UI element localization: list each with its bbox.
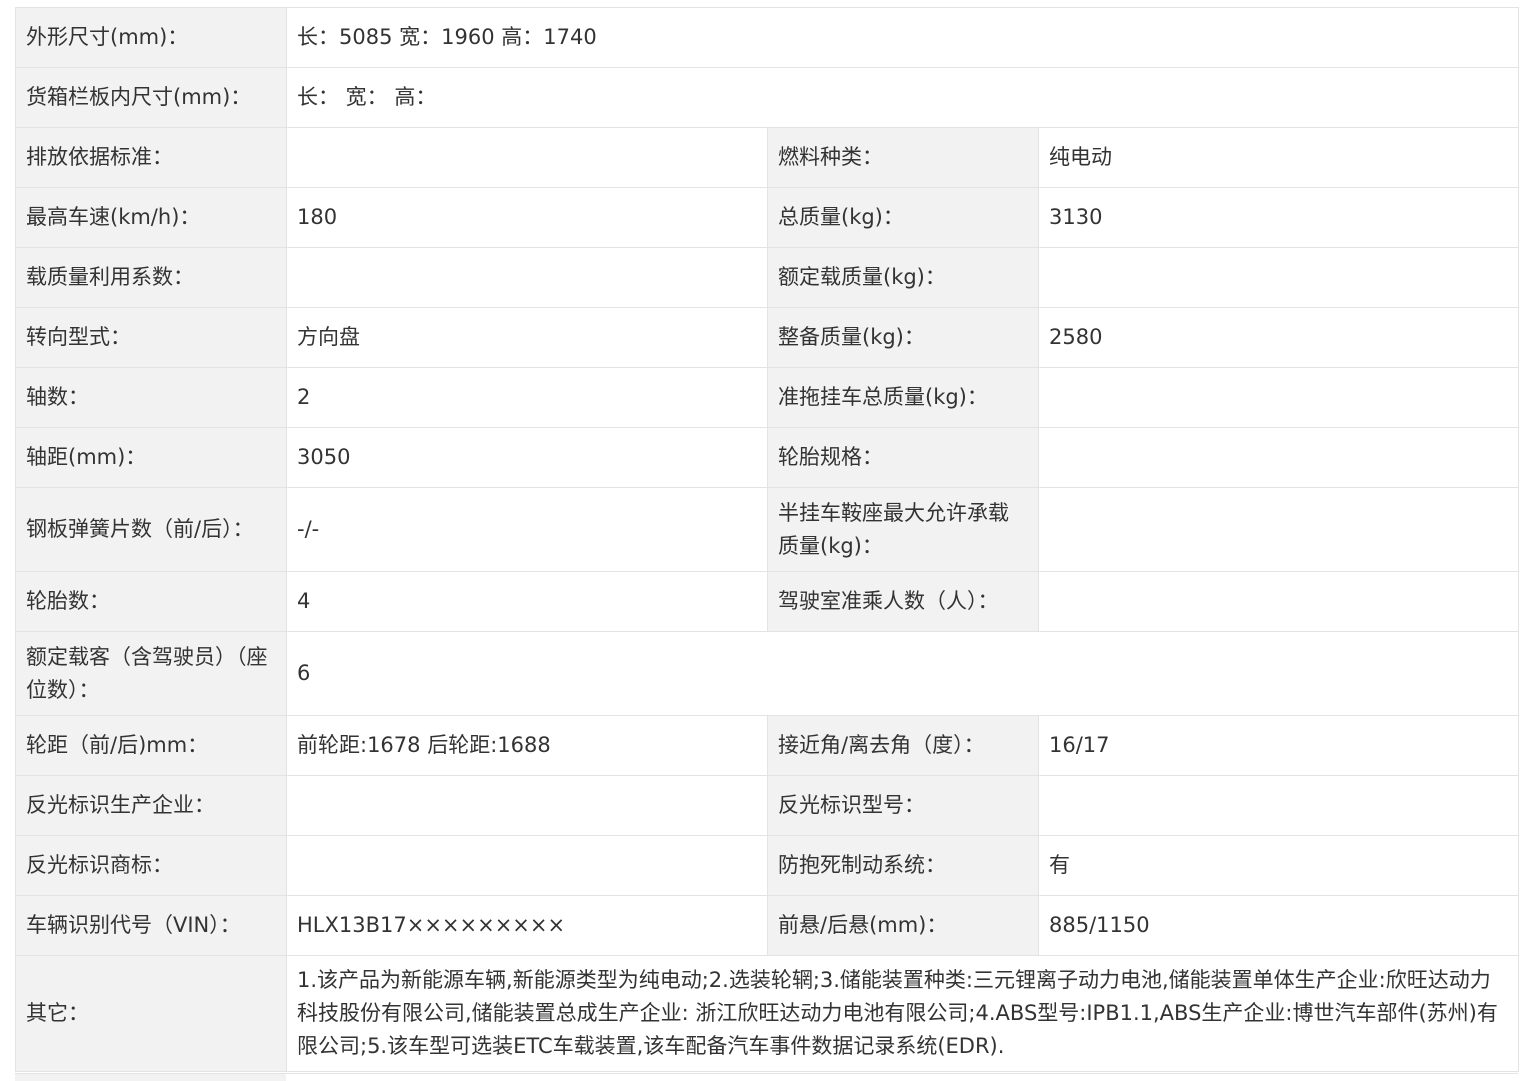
spec-value: 纯电动 [1037, 127, 1520, 188]
spec-value [1037, 367, 1520, 428]
spec-label: 轴距(mm)： [15, 427, 287, 488]
table-row: 反光标识生产企业： 反光标识型号： [15, 775, 1520, 836]
spec-value: 方向盘 [286, 307, 768, 368]
spec-label: 钢板弹簧片数（前/后）： [15, 487, 287, 572]
spec-label: 载质量利用系数： [15, 247, 287, 308]
spec-label: 轴数： [15, 367, 287, 428]
spec-label: 前悬/后悬(mm)： [767, 895, 1039, 956]
spec-label: 整备质量(kg)： [767, 307, 1039, 368]
spec-value [1037, 571, 1520, 632]
spec-value: 3130 [1037, 187, 1520, 248]
spec-value [286, 247, 768, 308]
spec-value: 长： 宽： 高： [285, 67, 1520, 128]
spec-value: 1.该产品为新能源车辆,新能源类型为纯电动;2.选装轮辋;3.储能装置种类:三元… [285, 955, 1520, 1072]
spec-value [286, 835, 768, 896]
table-row: 轮胎数： 4 驾驶室准乘人数（人）： [15, 571, 1520, 632]
spec-value: HLX13B17××××××××× [286, 895, 768, 956]
table-row: 车辆识别代号（VIN）： HLX13B17××××××××× 前悬/后悬(mm)： 8… [15, 895, 1520, 956]
spec-label: 燃料种类： [767, 127, 1039, 188]
table-row: 载质量利用系数： 额定载质量(kg)： [15, 247, 1520, 308]
spec-value [286, 127, 768, 188]
spec-label: 轮胎规格： [767, 427, 1039, 488]
table-row: 钢板弹簧片数（前/后）： -/- 半挂车鞍座最大允许承载质量(kg)： [15, 487, 1520, 572]
spec-label: 外形尺寸(mm)： [15, 7, 287, 68]
spec-value: 3050 [286, 427, 768, 488]
spec-label: 准拖挂车总质量(kg)： [767, 367, 1039, 428]
spec-value [286, 775, 768, 836]
spec-label: 转向型式： [15, 307, 287, 368]
spec-label: 反光标识生产企业： [15, 775, 287, 836]
spec-label: 防抱死制动系统： [767, 835, 1039, 896]
spec-label: 轮胎数： [15, 571, 287, 632]
spec-label: 接近角/离去角（度）： [767, 715, 1039, 776]
table-row: 轮距（前/后)mm： 前轮距:1678 后轮距:1688 接近角/离去角（度）： 16… [15, 715, 1520, 776]
spec-value: 长：5085 宽：1960 高：1740 [285, 7, 1520, 68]
spec-label: 其它： [15, 955, 287, 1072]
spec-value [1037, 427, 1520, 488]
spec-value: -/- [286, 487, 768, 572]
table-row: 转向型式： 方向盘 整备质量(kg)： 2580 [15, 307, 1520, 368]
table-row: 外形尺寸(mm)： 长：5085 宽：1960 高：1740 [15, 7, 1520, 68]
spec-value: 2 [286, 367, 768, 428]
table-row: 最高车速(km/h)： 180 总质量(kg)： 3130 [15, 187, 1520, 248]
spec-label: 反光标识型号： [767, 775, 1039, 836]
spec-label: 半挂车鞍座最大允许承载质量(kg)： [767, 487, 1039, 572]
table-row: 排放依据标准： 燃料种类： 纯电动 [15, 127, 1520, 188]
spec-value: 4 [286, 571, 768, 632]
spec-label: 驾驶室准乘人数（人）： [767, 571, 1039, 632]
spec-value: 885/1150 [1037, 895, 1520, 956]
table-row: 其它： 1.该产品为新能源车辆,新能源类型为纯电动;2.选装轮辋;3.储能装置种类… [15, 955, 1520, 1072]
spec-value: 16/17 [1037, 715, 1520, 776]
spec-label: 总质量(kg)： [767, 187, 1039, 248]
spec-value: 2580 [1037, 307, 1520, 368]
spec-value: 有 [1037, 835, 1520, 896]
spec-value: 前轮距:1678 后轮距:1688 [286, 715, 768, 776]
spec-value: 180 [286, 187, 768, 248]
spec-value [1037, 487, 1520, 572]
spec-value: 6 [285, 631, 1520, 716]
table-row: 轴数： 2 准拖挂车总质量(kg)： [15, 367, 1520, 428]
vehicle-spec-table: 外形尺寸(mm)： 长：5085 宽：1960 高：1740 货箱栏板内尺寸(mm)… [15, 7, 1520, 1072]
vehicle-spec-table-body: 外形尺寸(mm)： 长：5085 宽：1960 高：1740 货箱栏板内尺寸(mm)… [15, 7, 1520, 1072]
spec-label: 货箱栏板内尺寸(mm)： [15, 67, 287, 128]
spec-label: 轮距（前/后)mm： [15, 715, 287, 776]
spec-label: 车辆识别代号（VIN）： [15, 895, 287, 956]
table-row: 额定载客（含驾驶员）（座位数）： 6 [15, 631, 1520, 716]
spec-value [1037, 247, 1520, 308]
table-row: 轴距(mm)： 3050 轮胎规格： [15, 427, 1520, 488]
table-continuation [15, 1073, 1518, 1081]
spec-label: 反光标识商标： [15, 835, 287, 896]
spec-value [1037, 775, 1520, 836]
table-row: 货箱栏板内尺寸(mm)： 长： 宽： 高： [15, 67, 1520, 128]
spec-label: 排放依据标准： [15, 127, 287, 188]
spec-label: 额定载客（含驾驶员）（座位数）： [15, 631, 287, 716]
spec-label: 额定载质量(kg)： [767, 247, 1039, 308]
table-row: 反光标识商标： 防抱死制动系统：有 [15, 835, 1520, 896]
spec-label: 最高车速(km/h)： [15, 187, 287, 248]
